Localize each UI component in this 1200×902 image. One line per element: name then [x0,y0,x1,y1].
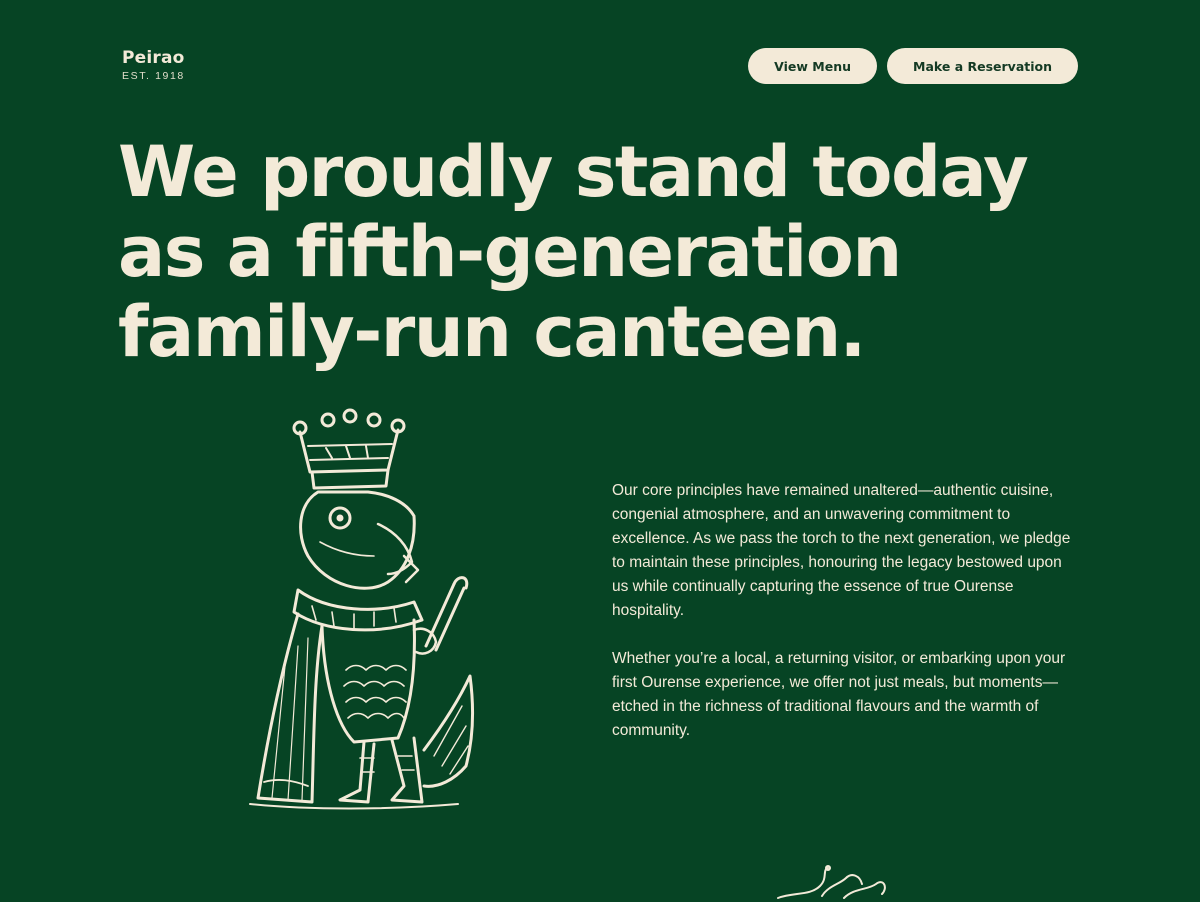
crowned-fish-king-icon [249,408,475,810]
brand-name: Peirao [122,48,185,68]
about-paragraph-2: Whether you’re a local, a returning visi… [612,650,1066,739]
hero-headline: We proudly stand today as a fifth-genera… [118,131,1029,373]
view-menu-button[interactable]: View Menu [748,48,878,84]
about-paragraph-1: Our core principles have remained unalte… [612,482,1071,619]
make-reservation-button[interactable]: Make a Reservation [887,48,1078,84]
brand-logo[interactable]: Peirao EST. 1918 [122,48,185,82]
about-copy: Our core principles have remained unalte… [612,479,1072,767]
brand-established: EST. 1918 [122,70,185,82]
header-nav: View Menu Make a Reservation [748,48,1078,84]
octopus-tentacles-icon [777,865,886,899]
